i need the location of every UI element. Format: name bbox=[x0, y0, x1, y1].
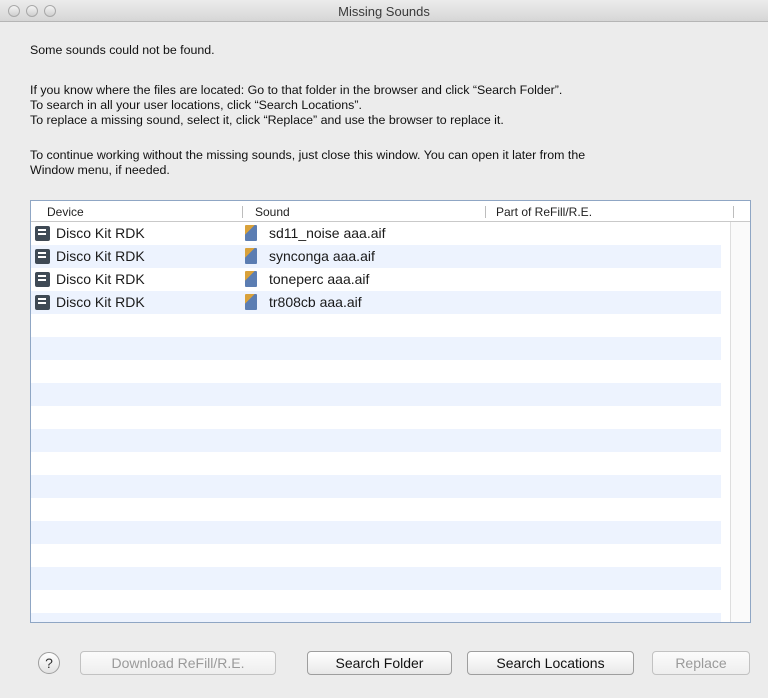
window-title: Missing Sounds bbox=[338, 4, 430, 19]
empty-row bbox=[31, 337, 721, 360]
empty-row bbox=[31, 498, 721, 521]
empty-row bbox=[31, 406, 721, 429]
instruction-line-3: To replace a missing sound, select it, c… bbox=[30, 113, 504, 127]
table-row[interactable]: Disco Kit RDK sd11_noise aaa.aif bbox=[31, 222, 721, 245]
intro-line: Some sounds could not be found. bbox=[30, 43, 215, 57]
empty-row bbox=[31, 590, 721, 613]
replace-button[interactable]: Replace bbox=[652, 651, 750, 675]
device-cell: Disco Kit RDK bbox=[56, 248, 145, 264]
device-cell: Disco Kit RDK bbox=[56, 271, 145, 287]
download-refill-button[interactable]: Download ReFill/R.E. bbox=[80, 651, 276, 675]
sound-cell: sd11_noise aaa.aif bbox=[269, 225, 386, 241]
continue-line-1: To continue working without the missing … bbox=[30, 148, 586, 162]
column-header-device[interactable]: Device bbox=[47, 205, 84, 219]
sound-cell: synconga aaa.aif bbox=[269, 248, 375, 264]
table-row[interactable]: Disco Kit RDK toneperc aaa.aif bbox=[31, 268, 721, 291]
vertical-scrollbar[interactable] bbox=[730, 222, 750, 622]
sound-cell: tr808cb aaa.aif bbox=[269, 294, 362, 310]
device-icon bbox=[35, 272, 50, 287]
table-header: Device Sound Part of ReFill/R.E. bbox=[31, 201, 750, 222]
audio-file-icon bbox=[245, 248, 257, 264]
title-bar: Missing Sounds bbox=[0, 0, 768, 22]
audio-file-icon bbox=[245, 294, 257, 310]
empty-row bbox=[31, 314, 721, 337]
search-folder-button[interactable]: Search Folder bbox=[307, 651, 452, 675]
missing-sounds-table[interactable]: Device Sound Part of ReFill/R.E. Disco K… bbox=[30, 200, 751, 623]
instruction-line-1: If you know where the files are located:… bbox=[30, 83, 563, 97]
empty-row bbox=[31, 521, 721, 544]
device-icon bbox=[35, 295, 50, 310]
empty-row bbox=[31, 613, 721, 622]
device-icon bbox=[35, 226, 50, 241]
continue-text: To continue working without the missing … bbox=[30, 148, 750, 178]
column-header-part-label: Part of ReFill/R.E. bbox=[496, 205, 593, 219]
instructions-text: If you know where the files are located:… bbox=[30, 83, 750, 128]
table-body: Disco Kit RDK sd11_noise aaa.aif Disco K… bbox=[31, 222, 721, 622]
device-icon bbox=[35, 249, 50, 264]
device-cell: Disco Kit RDK bbox=[56, 225, 145, 241]
audio-file-icon bbox=[245, 271, 257, 287]
audio-file-icon bbox=[245, 225, 257, 241]
empty-row bbox=[31, 452, 721, 475]
empty-row bbox=[31, 429, 721, 452]
help-button[interactable]: ? bbox=[38, 652, 60, 674]
empty-row bbox=[31, 544, 721, 567]
sound-cell: toneperc aaa.aif bbox=[269, 271, 370, 287]
empty-row bbox=[31, 383, 721, 406]
column-divider bbox=[242, 206, 243, 218]
search-locations-button[interactable]: Search Locations bbox=[467, 651, 634, 675]
column-header-sound[interactable]: Sound bbox=[255, 205, 290, 219]
empty-row bbox=[31, 567, 721, 590]
intro-text: Some sounds could not be found. bbox=[30, 43, 750, 58]
instruction-line-2: To search in all your user locations, cl… bbox=[30, 98, 362, 112]
column-header-part[interactable]: Part of ReFill/R.E. bbox=[486, 205, 592, 219]
device-cell: Disco Kit RDK bbox=[56, 294, 145, 310]
table-row[interactable]: Disco Kit RDK synconga aaa.aif bbox=[31, 245, 721, 268]
empty-row bbox=[31, 475, 721, 498]
continue-line-2: Window menu, if needed. bbox=[30, 163, 170, 177]
table-row[interactable]: Disco Kit RDK tr808cb aaa.aif bbox=[31, 291, 721, 314]
empty-row bbox=[31, 360, 721, 383]
column-divider bbox=[733, 206, 734, 218]
